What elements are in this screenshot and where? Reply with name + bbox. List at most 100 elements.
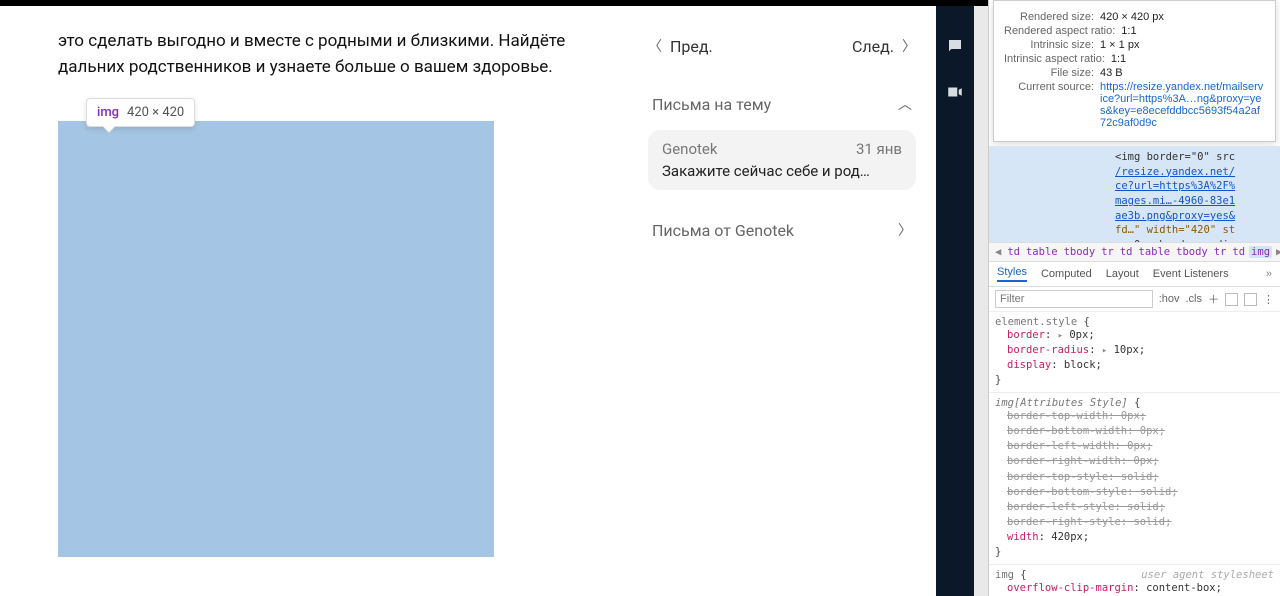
devtools-panel: Rendered size:420 × 420 px Rendered aspe… (988, 0, 1280, 596)
email-content: это сделать выгодно и вместе с родными и… (28, 6, 628, 596)
css-prop[interactable]: border-bottom-style (1007, 486, 1127, 498)
css-val[interactable]: 0px (1069, 329, 1088, 341)
rendered-size-label: Rendered size: (1004, 11, 1094, 23)
video-icon[interactable] (945, 82, 965, 102)
hov-toggle[interactable]: :hov (1159, 293, 1180, 305)
from-sender-row[interactable]: Письма от Genotek 〉 (648, 210, 916, 250)
next-button[interactable]: След. 〉 (852, 36, 916, 56)
prev-label: Пред. (670, 37, 713, 56)
new-rule-icon[interactable]: ＋ (1208, 291, 1219, 307)
bc-item[interactable]: td (1230, 246, 1247, 258)
bc-item-selected[interactable]: img (1249, 246, 1272, 258)
file-size-value: 43 B (1100, 67, 1265, 79)
css-val[interactable]: content-box (1146, 582, 1216, 594)
chevron-right-icon: 〉 (898, 220, 912, 240)
css-val[interactable]: 0px (1121, 410, 1140, 422)
css-val[interactable]: solid (1133, 516, 1165, 528)
css-val[interactable]: 0px (1133, 455, 1152, 467)
selector: img[Attributes Style] (995, 397, 1128, 409)
css-prop[interactable]: border-right-width (1007, 455, 1121, 467)
intrinsic-ar-label: Intrinsic aspect ratio: (1004, 53, 1105, 65)
prev-button[interactable]: 〈 Пред. (648, 36, 713, 56)
topic-header[interactable]: Письма на тему ︿ (648, 84, 916, 124)
styles-filter-row: :hov .cls ＋ ⋮ (989, 287, 1280, 312)
css-prop[interactable]: overflow-clip-margin (1007, 582, 1133, 594)
email-sidebar: 〈 Пред. След. 〉 Письма на тему ︿ Genotek (628, 6, 936, 596)
intrinsic-size-label: Intrinsic size: (1004, 39, 1094, 51)
related-subject: Закажите сейчас себе и род… (662, 162, 902, 180)
bc-item[interactable]: tr (1099, 246, 1116, 258)
from-sender-label: Письма от Genotek (652, 221, 794, 240)
css-prop[interactable]: display (1007, 359, 1051, 371)
email-image-placeholder[interactable] (58, 121, 494, 557)
tab-computed[interactable]: Computed (1041, 268, 1092, 280)
bc-right-icon[interactable]: ▶ (1274, 246, 1280, 258)
more-icon[interactable]: ⋮ (1263, 293, 1274, 306)
related-date: 31 янв (856, 140, 902, 158)
css-prop[interactable]: border-left-width (1007, 440, 1114, 452)
src-line: ce?url=https%3A%2F% (1115, 180, 1235, 192)
topic-header-label: Письма на тему (652, 95, 771, 114)
css-val[interactable]: 420px (1051, 531, 1083, 543)
css-prop[interactable]: border-left-style (1007, 501, 1114, 513)
css-val[interactable]: solid (1140, 486, 1172, 498)
css-val[interactable]: 0px (1127, 440, 1146, 452)
css-val[interactable]: solid (1127, 501, 1159, 513)
src-line: fd…" width="420" st (1115, 224, 1235, 236)
bc-item[interactable]: table (1137, 246, 1173, 258)
related-sender: Genotek (662, 140, 717, 158)
tooltip-tag: img (97, 105, 119, 120)
css-prop[interactable]: border-bottom-width (1007, 425, 1127, 437)
tabs-more-icon[interactable]: » (1266, 268, 1272, 280)
bc-item[interactable]: td (1118, 246, 1135, 258)
css-val[interactable]: 10px (1114, 344, 1139, 356)
bc-item[interactable]: table (1024, 246, 1060, 258)
left-gutter (0, 6, 28, 596)
css-prop[interactable]: border-top-width (1007, 410, 1108, 422)
elements-source[interactable]: <img border="0" src /resize.yandex.net/ … (989, 146, 1280, 242)
related-email-item[interactable]: Genotek 31 янв Закажите сейчас себе и ро… (648, 130, 916, 190)
selector: img (995, 569, 1014, 581)
bc-item[interactable]: tbody (1174, 246, 1210, 258)
styles-tabs: Styles Computed Layout Event Listeners » (989, 262, 1280, 287)
file-size-label: File size: (1004, 67, 1094, 79)
rendered-size-value: 420 × 420 px (1100, 11, 1265, 23)
toggle-icon[interactable] (1244, 293, 1257, 306)
scrollbar[interactable] (974, 6, 988, 596)
intrinsic-size-value: 1 × 1 px (1100, 39, 1265, 51)
bc-item[interactable]: tbody (1062, 246, 1098, 258)
tab-event-listeners[interactable]: Event Listeners (1153, 268, 1229, 280)
rendered-ar-value: 1:1 (1121, 25, 1280, 37)
selector: element.style (995, 316, 1077, 328)
chevron-right-icon: 〉 (902, 36, 916, 56)
src-line: /resize.yandex.net/ (1115, 166, 1235, 178)
css-val[interactable]: block (1064, 359, 1096, 371)
app-rail (936, 6, 974, 596)
css-prop[interactable]: border (1007, 329, 1045, 341)
rule-attributes-style: img[Attributes Style] { border-top-width… (995, 397, 1274, 558)
chat-icon[interactable] (945, 36, 965, 56)
element-tooltip: img 420 × 420 (86, 98, 195, 127)
tooltip-dimensions: 420 × 420 (127, 105, 184, 120)
bc-item[interactable]: tr (1212, 246, 1229, 258)
css-prop[interactable]: border-top-style (1007, 471, 1108, 483)
cls-toggle[interactable]: .cls (1186, 293, 1203, 305)
css-prop[interactable]: border-right-style (1007, 516, 1121, 528)
bc-left-icon[interactable]: ◀ (993, 246, 1003, 258)
css-prop[interactable]: border-radius (1007, 344, 1089, 356)
styles-filter-input[interactable] (995, 290, 1153, 308)
styles-body[interactable]: element.style { border: ▸ 0px; border-ra… (989, 312, 1280, 596)
current-src-link[interactable]: https://resize.yandex.net/mailservice?ur… (1100, 81, 1263, 129)
bc-item[interactable]: td (1005, 246, 1022, 258)
tab-styles[interactable]: Styles (997, 266, 1027, 282)
breadcrumb: ◀ td table tbody tr td table tbody tr td… (989, 242, 1280, 262)
tab-layout[interactable]: Layout (1106, 268, 1139, 280)
css-val[interactable]: solid (1121, 471, 1153, 483)
email-body-text: это сделать выгодно и вместе с родными и… (58, 28, 598, 81)
toggle-icon[interactable] (1225, 293, 1238, 306)
src-line: <img border="0" src (1115, 151, 1235, 163)
css-prop[interactable]: width (1007, 531, 1039, 543)
rule-element-style: element.style { border: ▸ 0px; border-ra… (995, 316, 1274, 386)
css-val[interactable]: 0px (1140, 425, 1159, 437)
rule-ua-img: img {user agent stylesheet overflow-clip… (995, 569, 1274, 596)
